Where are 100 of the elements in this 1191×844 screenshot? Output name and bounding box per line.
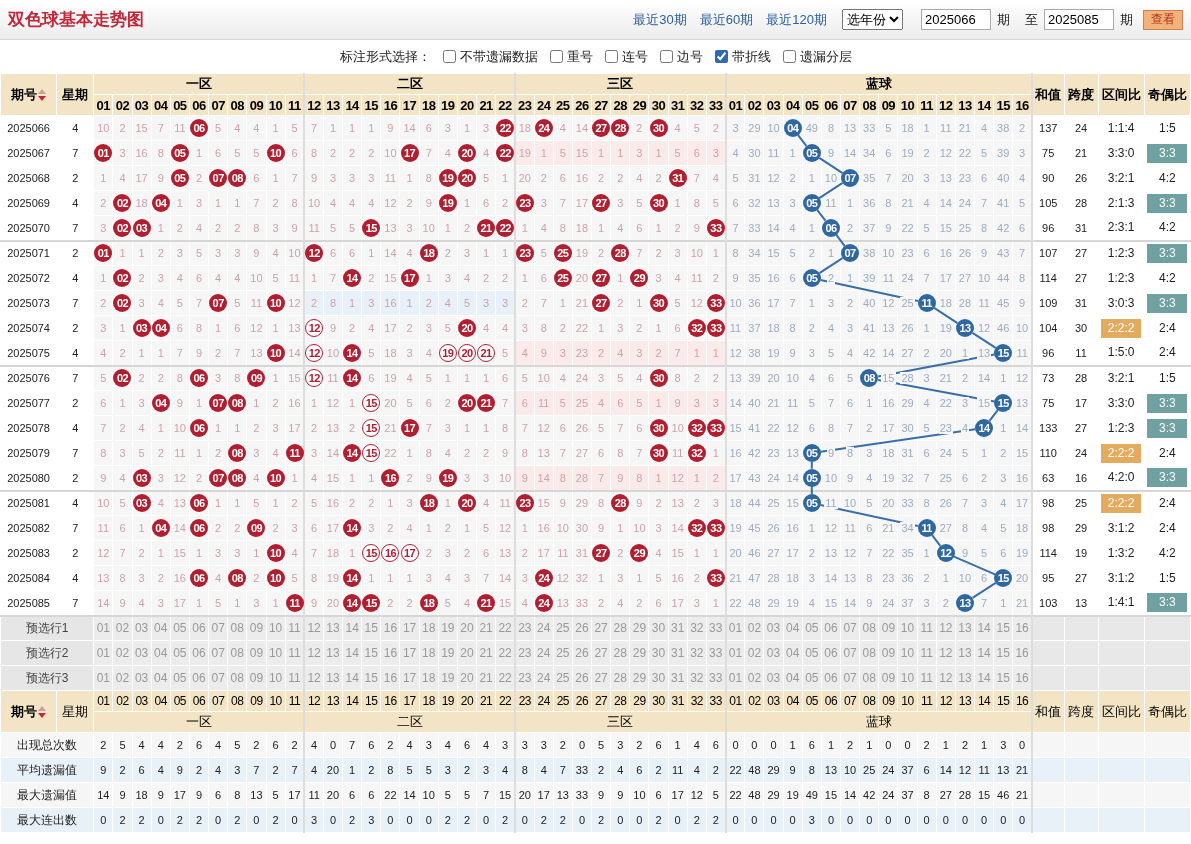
- preselect-number[interactable]: 05: [802, 615, 822, 641]
- preselect-number[interactable]: 23: [515, 640, 535, 666]
- checkbox-label[interactable]: 边号: [676, 47, 703, 66]
- preselect-number[interactable]: 03: [763, 615, 784, 641]
- preselect-number[interactable]: 08: [859, 615, 879, 641]
- number-ball: 28: [611, 119, 630, 137]
- zone-ratio: 1:1:4: [1106, 119, 1136, 137]
- omission-number: 8: [826, 122, 835, 134]
- checkbox-label[interactable]: 遗漏分层: [799, 47, 852, 66]
- preselect-number[interactable]: 05: [170, 615, 190, 641]
- preselect-number[interactable]: 11: [917, 615, 937, 641]
- preselect-number[interactable]: 26: [572, 615, 592, 641]
- preselect-number[interactable]: 07: [208, 615, 228, 641]
- omission-number: 4: [214, 272, 223, 284]
- preselect-number[interactable]: 06: [189, 615, 209, 641]
- omission-number: 2: [692, 372, 701, 385]
- omission-number: 12: [172, 471, 187, 484]
- preselect-number[interactable]: 15: [361, 615, 381, 641]
- checkbox[interactable]: [442, 50, 456, 63]
- omission-number: 15: [287, 372, 302, 385]
- omission-number: 1: [635, 572, 644, 584]
- preselect-number[interactable]: 16: [380, 615, 400, 641]
- preselect-number[interactable]: 23: [515, 615, 535, 641]
- omission-number: 4: [99, 346, 108, 359]
- preselect-number[interactable]: 01: [725, 615, 745, 641]
- preselect-number[interactable]: 07: [840, 615, 860, 641]
- preselect-number[interactable]: 25: [553, 615, 573, 641]
- preselect-number[interactable]: 20: [457, 615, 477, 641]
- omission-number: 3: [462, 471, 472, 484]
- zone-ratio: 3:0:3: [1106, 294, 1136, 312]
- number-ball: 30: [649, 444, 668, 462]
- preselect-number[interactable]: 21: [476, 615, 496, 641]
- preselect-number[interactable]: 12: [304, 615, 324, 641]
- preselect-number[interactable]: 13: [323, 615, 343, 641]
- preselect-number[interactable]: 02: [744, 615, 764, 641]
- preselect-number[interactable]: 01: [725, 640, 745, 666]
- preselect-number[interactable]: 02: [112, 615, 132, 641]
- checkbox-label[interactable]: 重号: [566, 47, 593, 66]
- preselect-number[interactable]: 06: [821, 615, 841, 641]
- checkbox[interactable]: [782, 50, 796, 63]
- preselect-number[interactable]: 23: [515, 665, 535, 691]
- checkbox[interactable]: [549, 50, 563, 63]
- omission-number: 46: [996, 322, 1011, 334]
- preselect-number[interactable]: 17: [400, 615, 420, 641]
- stat-value: 3: [515, 732, 535, 758]
- omission-number: 7: [980, 596, 989, 609]
- checkbox-label[interactable]: 连号: [621, 47, 648, 66]
- number-ball: 30: [649, 194, 668, 212]
- preselect-number[interactable]: 08: [227, 615, 247, 641]
- preselect-number[interactable]: 32: [687, 615, 707, 641]
- period-link[interactable]: 最近120期: [766, 10, 827, 29]
- preselect-number[interactable]: 16: [1012, 615, 1032, 641]
- preselect-number[interactable]: 33: [706, 615, 726, 641]
- sort-icon[interactable]: [38, 705, 47, 718]
- preselect-number[interactable]: 18: [419, 615, 439, 641]
- preselect-number[interactable]: 04: [783, 615, 803, 641]
- checkbox[interactable]: [604, 50, 618, 63]
- omission-number: 10: [249, 272, 264, 284]
- view-button[interactable]: 查看: [1143, 9, 1183, 30]
- preselect-number[interactable]: 12: [304, 665, 324, 691]
- period-link[interactable]: 最近60期: [699, 10, 754, 29]
- preselect-number[interactable]: 30: [648, 615, 669, 641]
- preselect-number[interactable]: 04: [151, 615, 171, 641]
- omission-number: 1: [348, 397, 357, 409]
- preselect-number[interactable]: 10: [266, 615, 286, 641]
- preselect-number[interactable]: 22: [495, 615, 515, 641]
- preselect-number[interactable]: 12: [936, 615, 956, 641]
- preselect-number[interactable]: 28: [610, 615, 630, 641]
- issue-header[interactable]: 期号: [0, 690, 57, 733]
- preselect-number[interactable]: 29: [629, 615, 649, 641]
- preselect-number[interactable]: 09: [246, 615, 266, 641]
- preselect-number[interactable]: 09: [878, 615, 898, 641]
- omission-number: 1: [482, 372, 491, 385]
- preselect-number[interactable]: 31: [668, 615, 688, 641]
- year-select[interactable]: 选年份: [842, 9, 903, 30]
- preselect-number[interactable]: 14: [342, 615, 362, 641]
- checkbox-label[interactable]: 带折线: [731, 47, 771, 66]
- preselect-number[interactable]: 01: [725, 665, 745, 691]
- preselect-number[interactable]: 12: [304, 640, 324, 666]
- start-issue-field[interactable]: 2025066: [921, 9, 991, 30]
- omission-number: 2: [214, 447, 223, 459]
- end-issue-field[interactable]: 2025085: [1044, 9, 1114, 30]
- checkbox[interactable]: [659, 50, 673, 63]
- preselect-number[interactable]: 13: [955, 615, 975, 641]
- preselect-number[interactable]: 27: [591, 615, 611, 641]
- checkbox[interactable]: [714, 50, 728, 63]
- omission-number: 29: [574, 497, 590, 510]
- checkbox-label[interactable]: 不带遗漏数据: [459, 47, 538, 66]
- issue-header[interactable]: 期号: [0, 73, 57, 116]
- preselect-number[interactable]: 14: [974, 615, 994, 641]
- period-link[interactable]: 最近30期: [633, 10, 687, 29]
- preselect-number[interactable]: 03: [132, 615, 152, 641]
- sort-icon[interactable]: [38, 88, 47, 101]
- preselect-number[interactable]: 01: [93, 615, 113, 641]
- preselect-number[interactable]: 19: [438, 615, 458, 641]
- preselect-number[interactable]: 10: [897, 615, 918, 641]
- preselect-number[interactable]: 24: [534, 615, 554, 641]
- special-number-ball: 15: [994, 569, 1013, 587]
- preselect-number[interactable]: 15: [993, 615, 1013, 641]
- omission-number: 19: [517, 147, 532, 159]
